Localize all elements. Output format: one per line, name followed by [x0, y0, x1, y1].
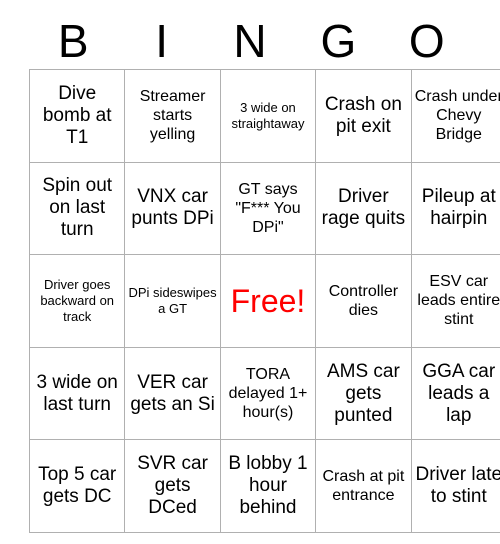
bingo-cell-text: Spin out on last turn: [42, 175, 113, 241]
bingo-cell-text: ESV car leads entire stint: [417, 273, 500, 329]
bingo-cell[interactable]: Spin out on last turn: [28, 161, 126, 256]
bingo-header-row: B I N G O: [29, 12, 471, 69]
bingo-cell[interactable]: Driver goes backward on track: [28, 254, 126, 348]
bingo-cell[interactable]: Pileup at hairpin: [410, 161, 500, 256]
bingo-cell[interactable]: Crash at pit entrance: [315, 439, 412, 533]
bingo-cell-text: TORA delayed 1+ hour(s): [228, 366, 308, 422]
bingo-cell-text: Top 5 car gets DC: [38, 464, 117, 508]
header-letter-n: N: [233, 14, 267, 67]
bingo-cell-text: VNX car punts DPi: [131, 186, 214, 230]
free-space-label: Free!: [230, 282, 306, 319]
bingo-row: Driver goes backward on track DPi sidesw…: [28, 254, 500, 348]
bingo-cell[interactable]: B lobby 1 hour behind: [219, 439, 317, 533]
bingo-cell-text: GGA car leads a lap: [422, 360, 496, 426]
bingo-cell-text: Crash under Chevy Bridge: [414, 88, 500, 144]
bingo-cell[interactable]: ESV car leads entire stint: [410, 254, 500, 348]
bingo-cell-text: GT says "F*** You DPi": [235, 180, 301, 236]
bingo-cell[interactable]: Driver late to stint: [410, 439, 500, 533]
bingo-cell-text: Streamer starts yelling: [139, 88, 206, 144]
header-letter-g: G: [320, 14, 357, 67]
bingo-cell-text: Driver late to stint: [415, 464, 500, 508]
bingo-cell[interactable]: DPi sideswipes a GT: [124, 254, 221, 348]
bingo-cell-text: Crash at pit entrance: [322, 468, 405, 505]
bingo-cell-text: Driver goes backward on track: [40, 276, 115, 324]
bingo-cell[interactable]: 3 wide on last turn: [28, 346, 126, 441]
bingo-cell[interactable]: Crash under Chevy Bridge: [410, 69, 500, 163]
bingo-cell[interactable]: Streamer starts yelling: [124, 69, 221, 163]
bingo-grid: Dive bomb at T1 Streamer starts yelling …: [28, 69, 500, 533]
bingo-cell-text: DPi sideswipes a GT: [128, 284, 217, 316]
bingo-cell-text: Dive bomb at T1: [42, 82, 112, 148]
bingo-cell[interactable]: VER car gets an Si: [124, 346, 221, 441]
bingo-row: Spin out on last turn VNX car punts DPi …: [28, 161, 500, 256]
bingo-row: Top 5 car gets DC SVR car gets DCed B lo…: [28, 439, 500, 533]
bingo-card: B I N G O Dive bomb at T1 Streamer start…: [28, 12, 500, 533]
bingo-cell-text: VER car gets an Si: [130, 371, 215, 415]
bingo-cell-text: 3 wide on last turn: [36, 371, 118, 415]
bingo-cell[interactable]: VNX car punts DPi: [124, 161, 221, 256]
bingo-cell-free[interactable]: Free!: [219, 254, 317, 348]
bingo-cell-text: Crash on pit exit: [324, 93, 402, 137]
bingo-cell[interactable]: 3 wide on straightaway: [219, 69, 317, 163]
bingo-cell[interactable]: GGA car leads a lap: [410, 346, 500, 441]
bingo-cell-text: 3 wide on straightaway: [231, 99, 305, 131]
bingo-cell-text: Driver rage quits: [321, 186, 406, 230]
bingo-cell-text: SVR car gets DCed: [137, 453, 208, 519]
bingo-cell[interactable]: SVR car gets DCed: [124, 439, 221, 533]
bingo-cell[interactable]: TORA delayed 1+ hour(s): [219, 346, 317, 441]
bingo-cell[interactable]: Top 5 car gets DC: [28, 439, 126, 533]
bingo-cell[interactable]: Driver rage quits: [315, 161, 412, 256]
bingo-cell-text: Controller dies: [328, 282, 399, 319]
bingo-cell-text: Pileup at hairpin: [421, 186, 496, 230]
bingo-cell[interactable]: Crash on pit exit: [315, 69, 412, 163]
header-letter-i: I: [155, 14, 168, 67]
bingo-cell[interactable]: GT says "F*** You DPi": [219, 161, 317, 256]
header-letter-o: O: [408, 14, 445, 67]
bingo-cell[interactable]: Dive bomb at T1: [28, 69, 126, 163]
bingo-row: Dive bomb at T1 Streamer starts yelling …: [28, 69, 500, 163]
bingo-cell[interactable]: AMS car gets punted: [315, 346, 412, 441]
header-letter-b: B: [57, 14, 89, 67]
bingo-cell[interactable]: Controller dies: [315, 254, 412, 348]
bingo-cell-text: AMS car gets punted: [326, 360, 400, 426]
bingo-row: 3 wide on last turn VER car gets an Si T…: [28, 346, 500, 441]
bingo-cell-text: B lobby 1 hour behind: [228, 453, 308, 519]
